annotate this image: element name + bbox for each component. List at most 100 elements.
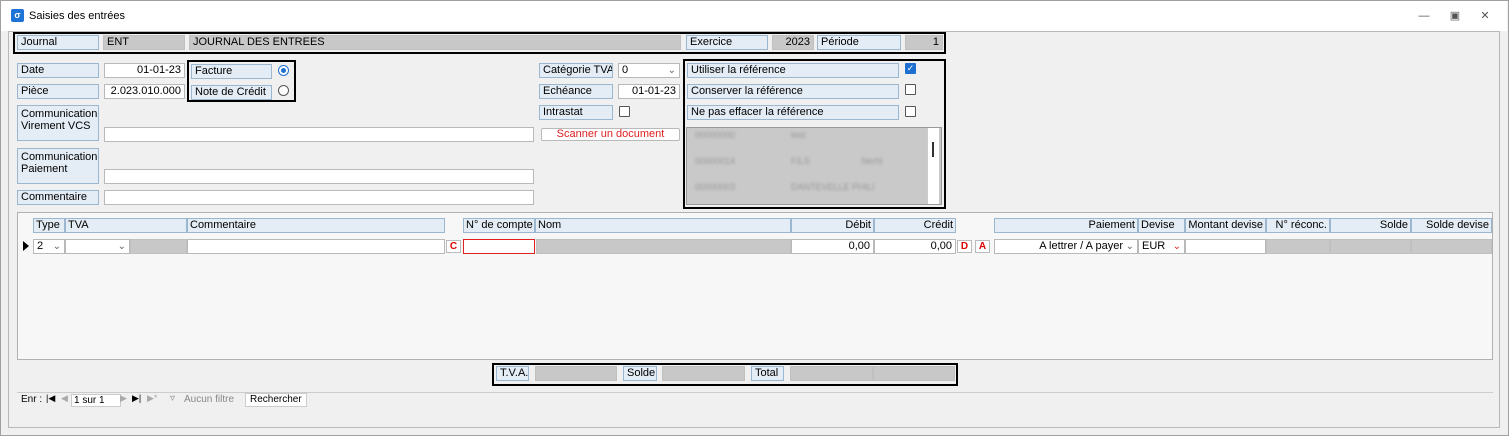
- record-position-field[interactable]: 1 sur 1: [71, 394, 121, 407]
- close-icon[interactable]: ✕: [1476, 8, 1494, 24]
- col-tva: TVA: [65, 218, 187, 233]
- row-c-marker[interactable]: C: [446, 240, 461, 253]
- echeance-label: Echéance: [539, 84, 613, 99]
- scan-document-button[interactable]: Scanner un document: [541, 128, 680, 141]
- totals-solde-field: [662, 366, 745, 381]
- journal-label: Journal: [17, 35, 99, 50]
- totals-total-label: Total: [751, 366, 784, 381]
- chevron-down-icon: ⌄: [52, 241, 61, 252]
- reference-list-item[interactable]: 00000003 DANTEVELLE PHILI: [691, 155, 937, 192]
- chevron-down-icon: ⌄: [1125, 241, 1134, 252]
- periode-label: Période: [817, 35, 901, 50]
- first-record-icon[interactable]: |◀: [46, 393, 55, 404]
- col-paiement: Paiement: [994, 218, 1138, 233]
- record-navigation-bar: Enr : |◀ ◀ 1 sur 1 ▶ ▶| ▶* ▿ Aucun filtr…: [17, 392, 1493, 407]
- search-field[interactable]: Rechercher: [245, 393, 307, 407]
- row-a-marker[interactable]: A: [975, 240, 990, 253]
- utiliser-reference-label: Utiliser la référence: [687, 63, 899, 78]
- row-compte-field[interactable]: [463, 239, 535, 254]
- row-tva-select[interactable]: ⌄: [65, 239, 130, 254]
- window-title: Saisies des entrées: [29, 10, 125, 22]
- comm-paiement-label: Communication Paiement: [17, 148, 99, 184]
- app-icon: σ: [11, 9, 24, 22]
- journal-code-field[interactable]: ENT: [103, 35, 185, 50]
- comm-paiement-label-line2: Paiement: [21, 163, 68, 175]
- commentaire-field[interactable]: [104, 190, 534, 205]
- col-compte: N° de compte: [463, 218, 535, 233]
- col-montant-devise: Montant devise: [1185, 218, 1266, 233]
- ne-pas-effacer-checkbox[interactable]: [905, 106, 916, 117]
- totals-solde-label: Solde: [623, 366, 657, 381]
- piece-label: Pièce: [17, 84, 99, 99]
- categorie-tva-select[interactable]: 0 ⌄: [618, 63, 680, 78]
- comm-vcs-label-line2: Virement VCS: [21, 120, 91, 132]
- col-debit: Débit: [791, 218, 874, 233]
- note-credit-label: Note de Crédit: [191, 85, 272, 100]
- entries-grid: [17, 212, 1493, 360]
- reference-list-item[interactable]: 00000000 test: [691, 129, 937, 142]
- piece-field[interactable]: 2.023.010.000: [104, 84, 185, 99]
- row-tva-amount: [130, 239, 187, 254]
- new-record-icon[interactable]: ▶*: [147, 393, 157, 404]
- ne-pas-effacer-label: Ne pas effacer la référence: [687, 105, 899, 120]
- row-d-marker[interactable]: D: [957, 240, 972, 253]
- intrastat-label: Intrastat: [539, 105, 613, 120]
- reference-list-item[interactable]: 00000014 FILS Nerhl: [691, 142, 937, 166]
- categorie-tva-value: 0: [622, 64, 629, 76]
- row-credit-field[interactable]: 0,00: [874, 239, 956, 254]
- reference-list-item[interactable]: 00000000contrat D.CHART: [691, 194, 937, 204]
- reference-list-cell: 00000000: [695, 130, 736, 140]
- filter-label[interactable]: Aucun filtre: [184, 394, 234, 405]
- comm-paiement-field[interactable]: [104, 169, 534, 184]
- record-label: Enr :: [21, 394, 43, 405]
- row-debit-field[interactable]: 0,00: [791, 239, 874, 254]
- col-credit: Crédit: [874, 218, 956, 233]
- reference-list-cell: test: [791, 130, 806, 140]
- filter-icon: ▿: [170, 393, 176, 404]
- echeance-field[interactable]: 01-01-23: [618, 84, 680, 99]
- facture-radio[interactable]: [278, 65, 289, 76]
- intrastat-checkbox[interactable]: [619, 106, 630, 117]
- row-type-value: 2: [37, 240, 44, 252]
- comm-vcs-label: Communication Virement VCS: [17, 105, 99, 141]
- reference-list[interactable]: 00000000 test 00000014 FILS Nerhl 00000003 DAN…: [686, 127, 942, 205]
- note-credit-radio[interactable]: [278, 85, 289, 96]
- col-solde: Solde: [1330, 218, 1411, 233]
- reference-list-item[interactable]: 00000378BEL AIR GARAGE: [691, 168, 937, 181]
- row-paiement-select[interactable]: A lettrer / A payer ⌄: [994, 239, 1138, 254]
- exercice-field: 2023: [772, 35, 814, 50]
- conserver-reference-checkbox[interactable]: [905, 84, 916, 95]
- row-type-select[interactable]: 2 ⌄: [33, 239, 65, 254]
- row-solde-field: [1330, 239, 1411, 254]
- col-devise: Devise: [1138, 218, 1185, 233]
- journal-name-field: JOURNAL DES ENTREES: [189, 35, 681, 50]
- row-reconc-field: [1266, 239, 1330, 254]
- reference-list-item[interactable]: 00000015**ALCATEL*: [691, 181, 937, 194]
- comm-vcs-label-line1: Communication: [21, 108, 98, 120]
- comm-vcs-field[interactable]: [104, 127, 534, 142]
- scrollbar-thumb[interactable]: [932, 142, 934, 157]
- reference-list-scrollbar[interactable]: [927, 128, 939, 204]
- row-paiement-value: A lettrer / A payer: [1039, 240, 1123, 252]
- row-devise-select[interactable]: EUR ⌄: [1138, 239, 1185, 254]
- utiliser-reference-checkbox[interactable]: ✓: [905, 63, 916, 74]
- restore-icon[interactable]: ▣: [1446, 8, 1464, 24]
- previous-record-icon[interactable]: ◀: [61, 393, 68, 404]
- comm-paiement-label-line1: Communication: [21, 151, 98, 163]
- totals-total-debit: [790, 366, 873, 381]
- totals-total-credit: [873, 366, 955, 381]
- row-commentaire-field[interactable]: [187, 239, 445, 254]
- title-bar: [1, 1, 1507, 31]
- row-montant-devise-field[interactable]: [1185, 239, 1266, 254]
- row-nom-field: [536, 239, 791, 254]
- col-solde-devise: Solde devise: [1411, 218, 1492, 233]
- date-field[interactable]: 01-01-23: [104, 63, 185, 78]
- periode-field: 1: [905, 35, 943, 50]
- last-record-icon[interactable]: ▶|: [132, 393, 141, 404]
- next-record-icon[interactable]: ▶: [120, 393, 127, 404]
- col-commentaire: Commentaire: [187, 218, 445, 233]
- chevron-down-icon: ⌄: [1172, 241, 1181, 252]
- totals-tva-field: [535, 366, 617, 381]
- minimize-icon[interactable]: —: [1415, 8, 1433, 24]
- row-selector-icon: [23, 241, 29, 251]
